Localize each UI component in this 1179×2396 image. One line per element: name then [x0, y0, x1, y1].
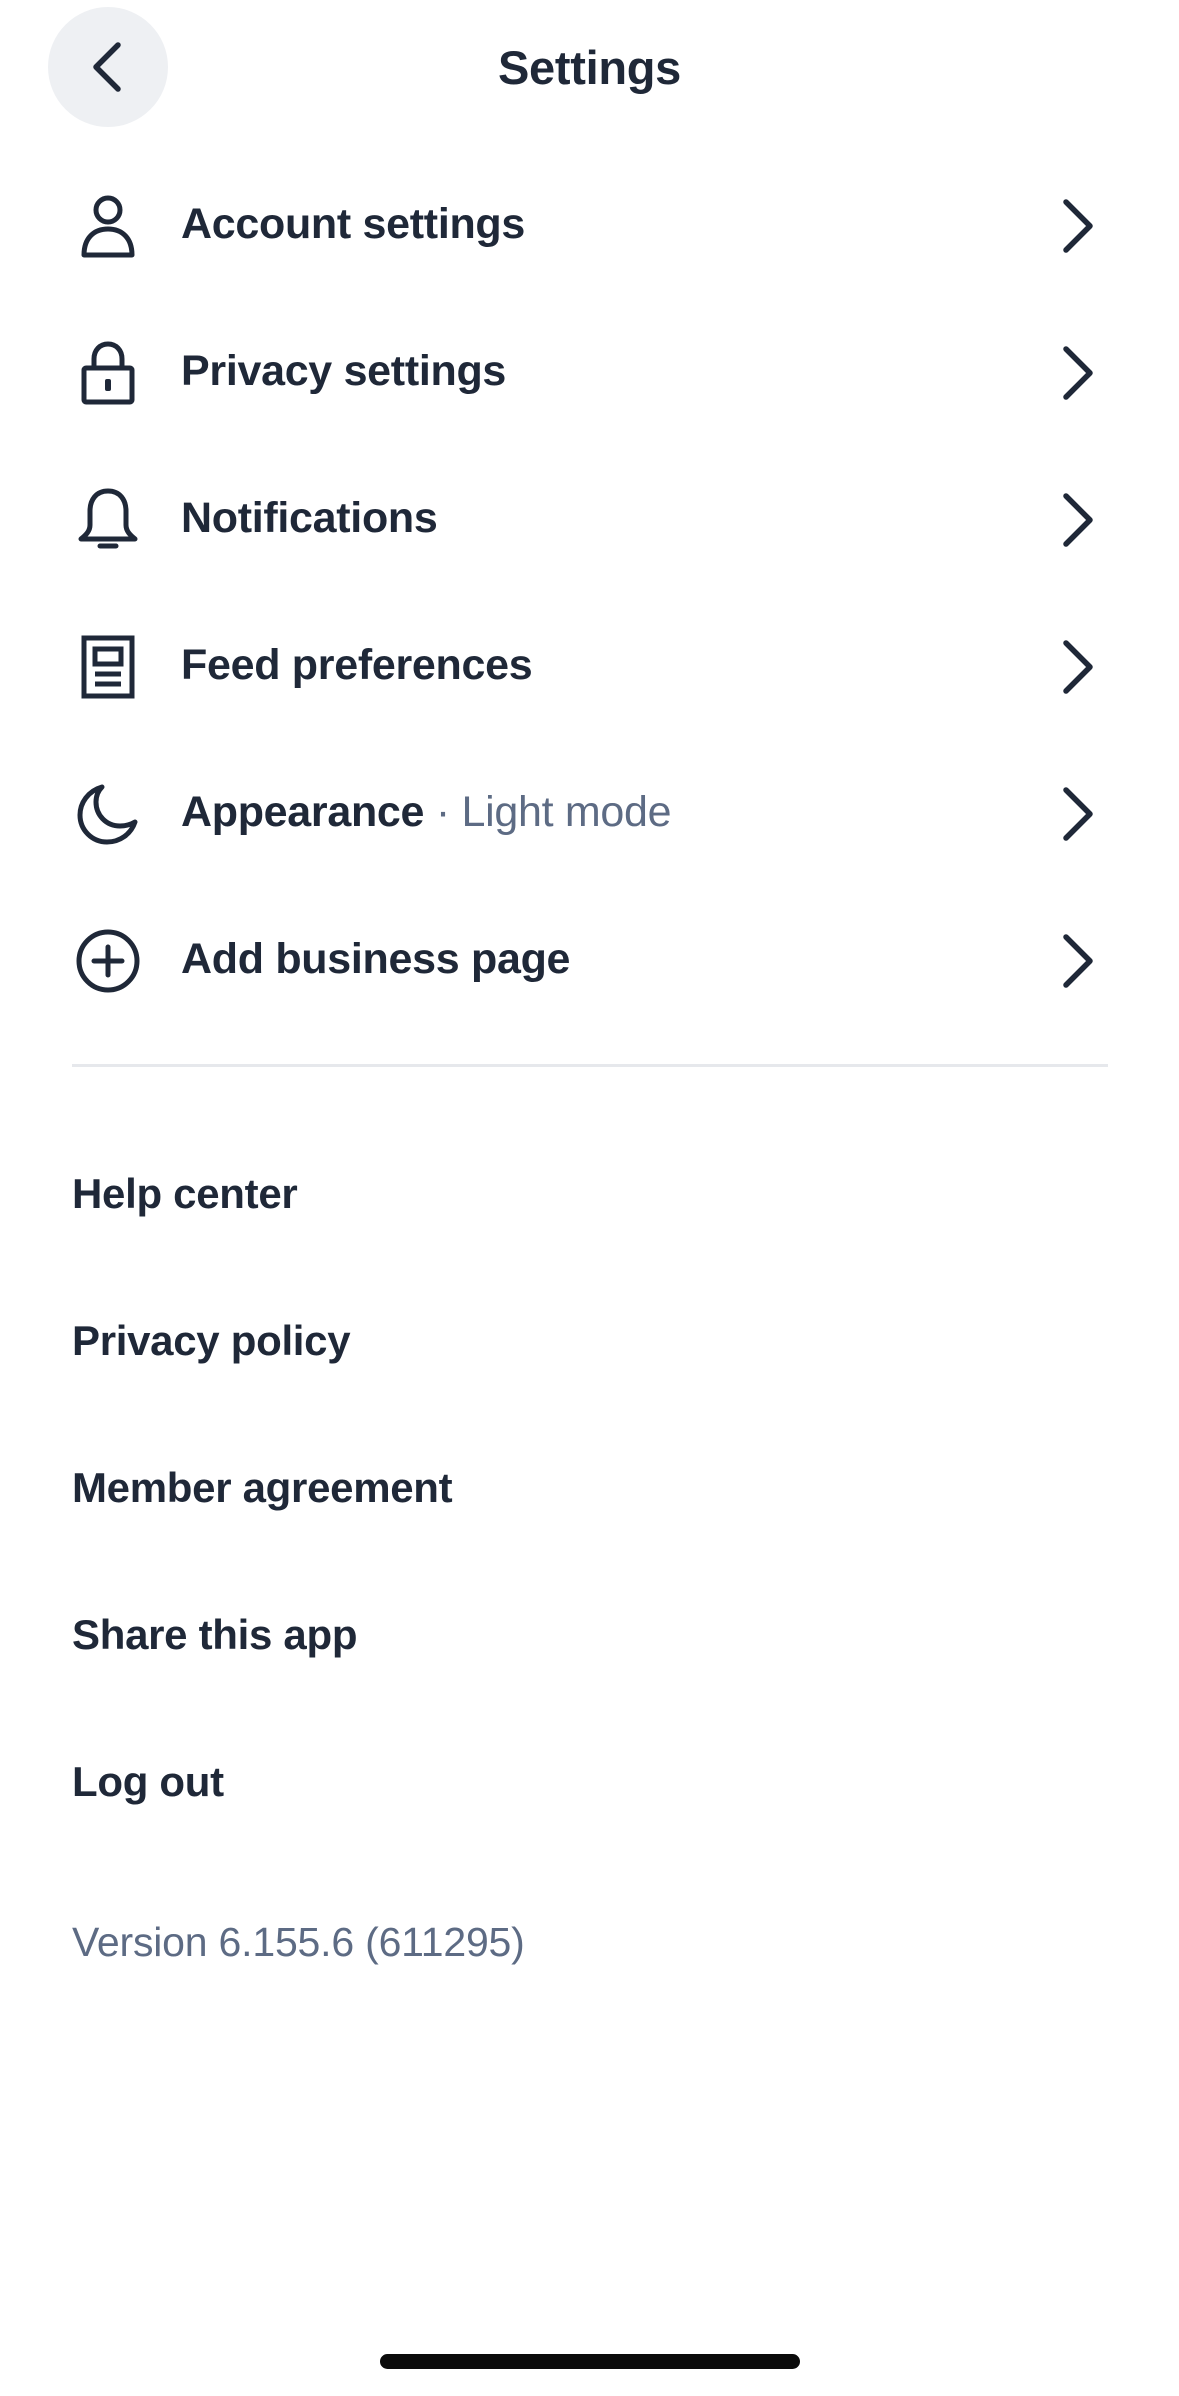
notifications-label: Notifications [181, 494, 438, 542]
log-out-button[interactable]: Log out [0, 1709, 1179, 1856]
add-business-page-item[interactable]: Add business page [0, 885, 1179, 1032]
moon-icon [72, 778, 144, 850]
chevron-right-icon [1063, 493, 1093, 547]
settings-menu: Account settings Privacy settings Notifi… [0, 150, 1179, 1032]
share-app-link[interactable]: Share this app [0, 1562, 1179, 1709]
header: Settings [0, 0, 1179, 136]
share-app-label: Share this app [72, 1611, 358, 1658]
appearance-label: Appearance [181, 788, 425, 836]
feed-preferences-label: Feed preferences [181, 641, 533, 689]
appearance-mode-value: · Light mode [424, 788, 672, 836]
privacy-settings-label: Privacy settings [181, 347, 507, 395]
account-settings-label: Account settings [181, 200, 526, 248]
section-divider [72, 1064, 1108, 1067]
feed-icon [72, 631, 144, 703]
plus-circle-icon [72, 925, 144, 997]
member-agreement-link[interactable]: Member agreement [0, 1415, 1179, 1562]
link-list: Help center Privacy policy Member agreem… [0, 1121, 1179, 1856]
help-center-label: Help center [72, 1170, 298, 1217]
version-text: Version 6.155.6 (611295) [72, 1919, 525, 1965]
feed-preferences-item[interactable]: Feed preferences [0, 591, 1179, 738]
chevron-right-icon [1063, 346, 1093, 400]
account-settings-item[interactable]: Account settings [0, 150, 1179, 297]
page-title: Settings [497, 41, 681, 94]
bell-icon [72, 484, 144, 556]
log-out-label: Log out [72, 1758, 224, 1805]
add-business-page-label: Add business page [181, 935, 571, 983]
member-agreement-label: Member agreement [72, 1464, 453, 1511]
help-center-link[interactable]: Help center [0, 1121, 1179, 1268]
person-icon [72, 190, 144, 262]
chevron-right-icon [1063, 199, 1093, 253]
privacy-policy-label: Privacy policy [72, 1317, 351, 1364]
home-indicator[interactable] [380, 2354, 800, 2369]
chevron-right-icon [1063, 787, 1093, 841]
appearance-item[interactable]: Appearance · Light mode [0, 738, 1179, 885]
chevron-right-icon [1063, 640, 1093, 694]
privacy-settings-item[interactable]: Privacy settings [0, 297, 1179, 444]
chevron-right-icon [1063, 934, 1093, 988]
lock-icon [72, 337, 144, 409]
privacy-policy-link[interactable]: Privacy policy [0, 1268, 1179, 1415]
notifications-item[interactable]: Notifications [0, 444, 1179, 591]
